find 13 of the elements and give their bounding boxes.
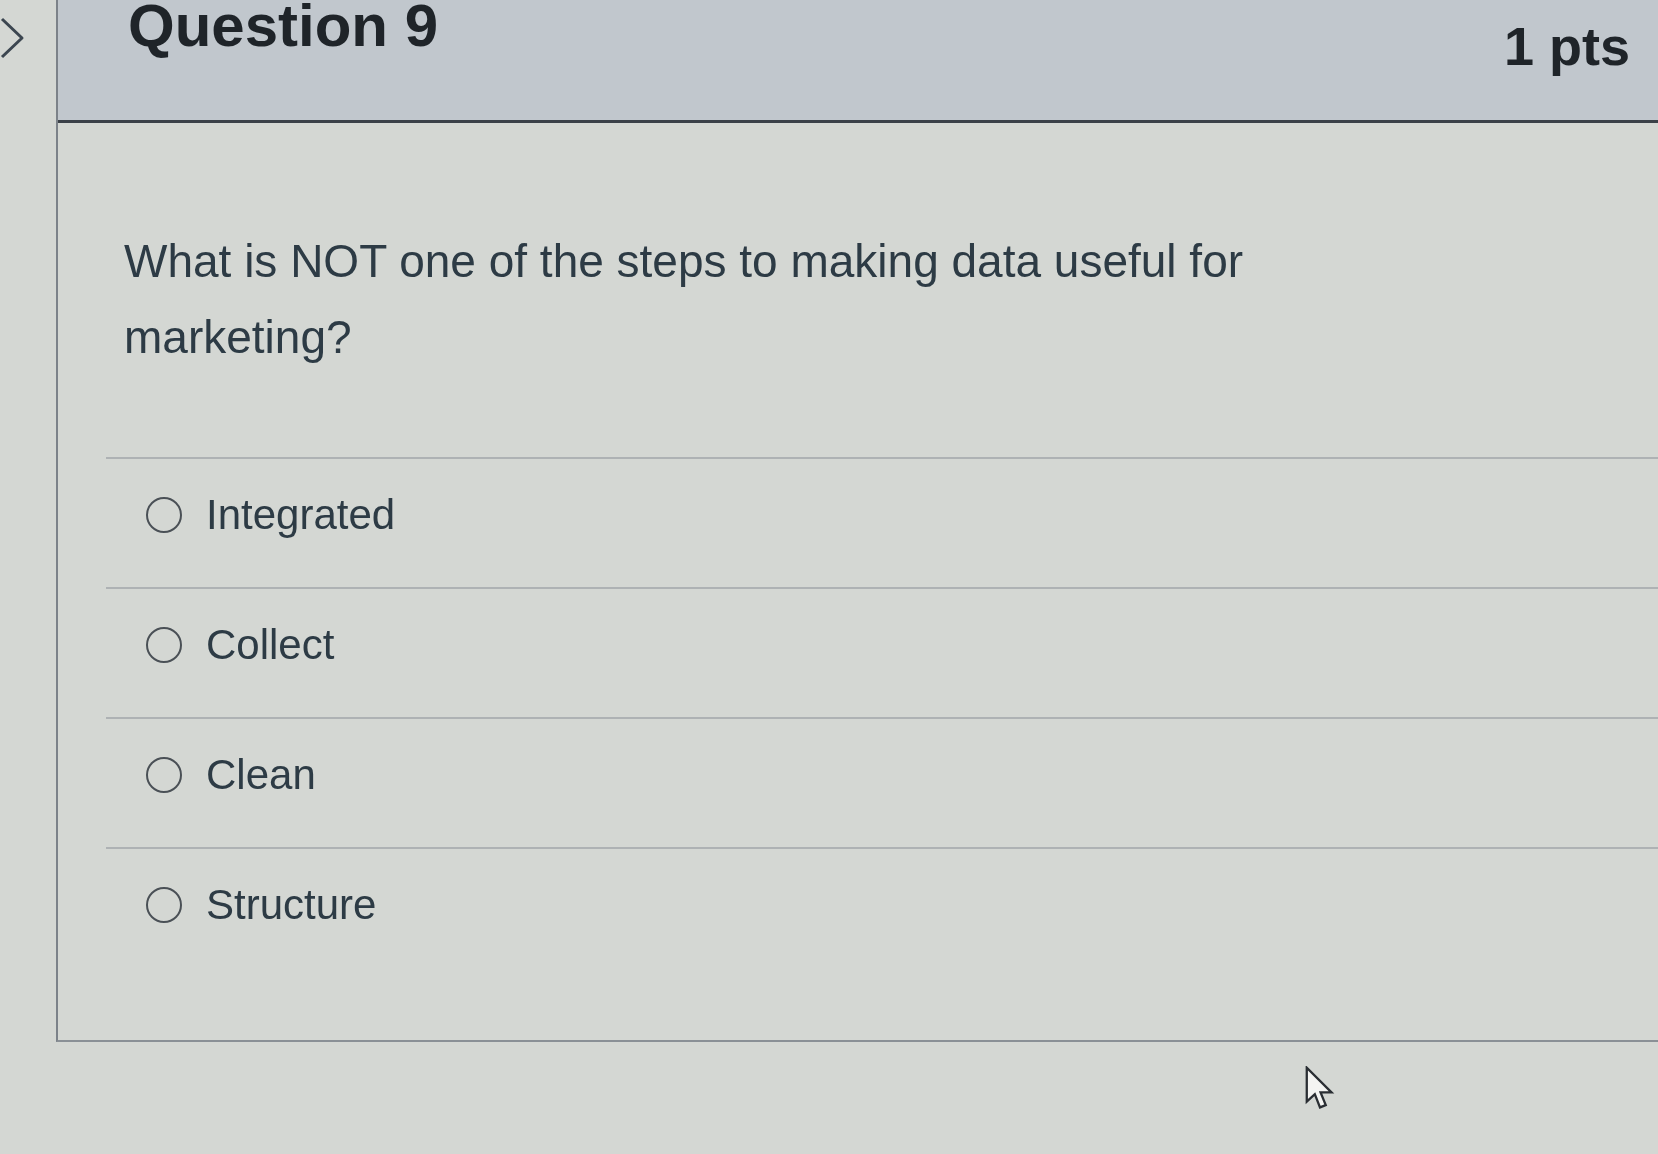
radio-button[interactable] [146, 887, 182, 923]
chevron-right-icon[interactable] [0, 16, 26, 60]
radio-button[interactable] [146, 757, 182, 793]
question-title: Question 9 [128, 0, 439, 60]
question-text: What is NOT one of the steps to making data useful for marketing? [124, 234, 1245, 365]
answer-option[interactable]: Collect [106, 587, 1658, 717]
mouse-pointer-icon [1305, 1066, 1335, 1112]
radio-button[interactable] [146, 627, 182, 663]
answer-option[interactable]: Structure [106, 847, 1658, 977]
radio-button[interactable] [146, 497, 182, 533]
answer-option[interactable]: Clean [106, 717, 1658, 847]
question-points: 1 pts [1503, 15, 1630, 77]
answer-option[interactable]: Integrated [106, 457, 1658, 587]
